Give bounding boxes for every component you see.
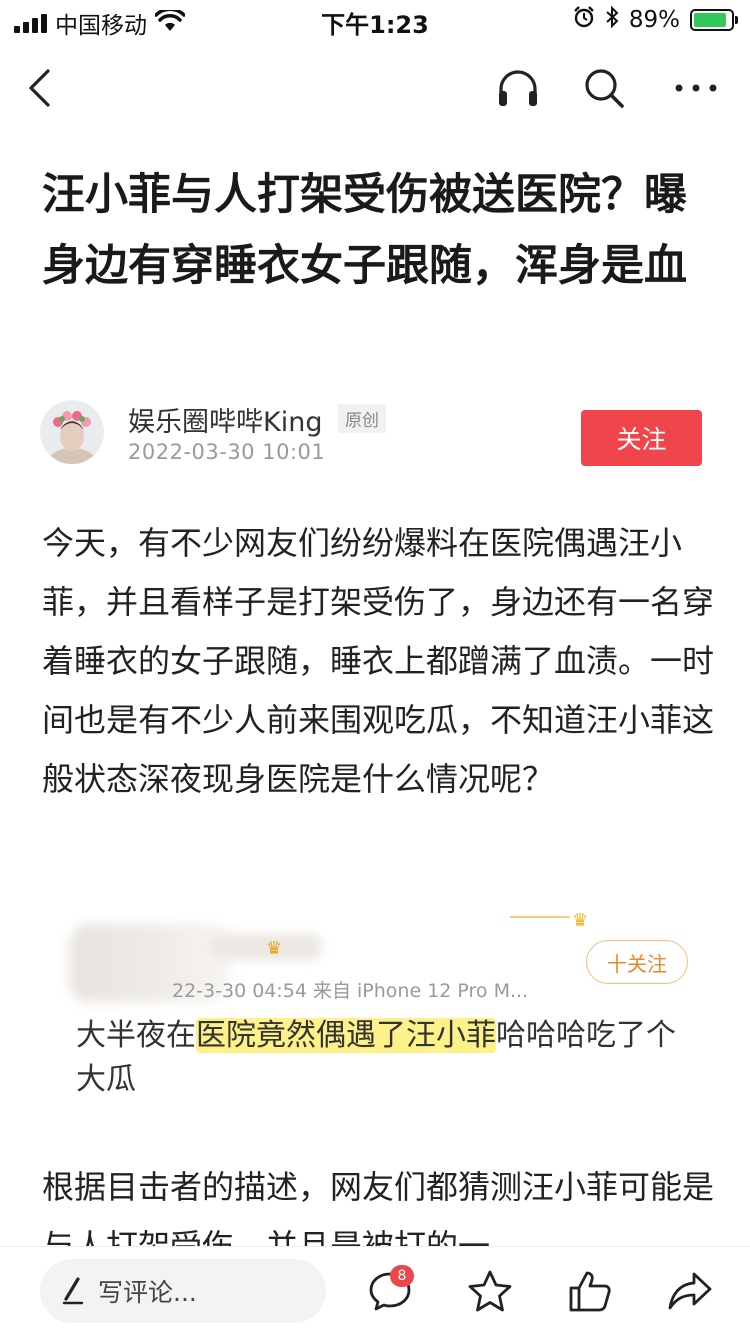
status-bar: 中国移动 下午1:23 89% <box>0 0 750 40</box>
article-title: 汪小菲与人打架受伤被送医院？曝身边有穿睡衣女子跟随，浑身是血 <box>42 170 687 291</box>
embed-text-highlight: 医院竟然偶遇了汪小菲 <box>196 1018 496 1053</box>
publish-time: 2022-03-30 10:01 <box>128 440 326 464</box>
battery-percent: 89% <box>628 7 680 33</box>
more-icon <box>675 84 717 92</box>
search-icon <box>585 69 624 108</box>
original-badge: 原创 <box>338 404 386 433</box>
bottom-action-bar: 写评论... 8 <box>0 1246 750 1334</box>
star-icon <box>468 1270 512 1312</box>
back-button[interactable] <box>14 62 66 114</box>
share-icon <box>668 1272 712 1310</box>
decor-line <box>510 916 570 918</box>
embed-post-text: 大半夜在医院竟然偶遇了汪小菲哈哈哈吃了个大瓜 <box>76 1014 686 1102</box>
more-button[interactable] <box>670 62 722 114</box>
top-nav-bar <box>0 44 750 132</box>
crown-icon: ♛ <box>572 910 589 931</box>
follow-button[interactable]: 关注 <box>581 410 702 466</box>
bluetooth-icon <box>605 5 619 34</box>
thumbs-up-icon <box>569 1271 611 1312</box>
embed-follow-button: 十关注 <box>586 940 688 984</box>
embed-post-meta: 22-3-30 04:54 来自 iPhone 12 Pro M... <box>172 980 529 1002</box>
comment-count-badge: 8 <box>390 1265 414 1287</box>
author-name[interactable]: 娱乐圈哔哔King <box>128 400 322 439</box>
favorite-button[interactable] <box>466 1267 514 1315</box>
comment-placeholder: 写评论... <box>98 1278 197 1307</box>
search-button[interactable] <box>578 62 630 114</box>
listen-button[interactable] <box>492 62 544 114</box>
share-button[interactable] <box>666 1267 714 1315</box>
crown-icon: ♛ <box>266 938 283 959</box>
like-button[interactable] <box>566 1267 614 1315</box>
headphones-icon <box>499 70 537 106</box>
back-arrow-icon <box>29 69 50 107</box>
comment-input[interactable]: 写评论... <box>40 1259 326 1323</box>
article-paragraph: 今天，有不少网友们纷纷爆料在医院偶遇汪小菲，并且看样子是打架受伤了，身边还有一名… <box>42 524 715 798</box>
alarm-icon <box>573 6 595 34</box>
avatar[interactable] <box>40 400 104 464</box>
embed-text-before: 大半夜在 <box>76 1018 196 1053</box>
battery-charging-icon <box>690 9 738 31</box>
pen-icon <box>62 1277 84 1305</box>
embedded-post-screenshot[interactable]: ♛ ♛ 22-3-30 04:54 来自 iPhone 12 Pro M... … <box>60 906 700 1112</box>
